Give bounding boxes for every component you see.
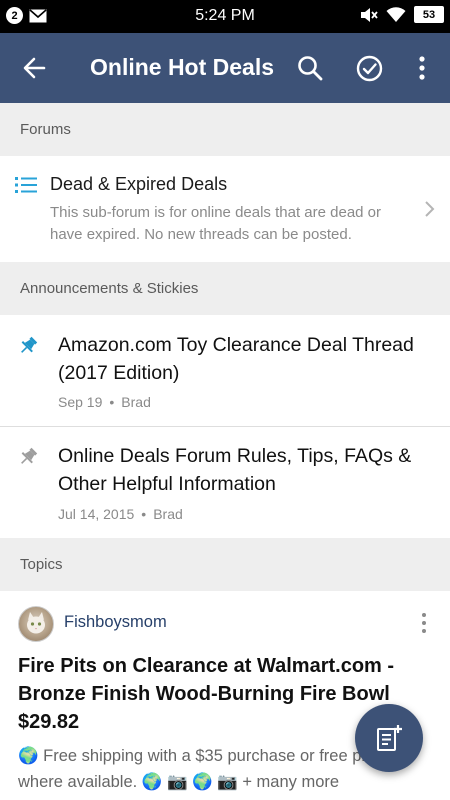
forum-title: Dead & Expired Deals	[50, 174, 228, 194]
sticky-author-2: Brad	[153, 506, 183, 522]
chevron-right-icon	[425, 201, 435, 217]
pin-icon	[21, 336, 38, 353]
more-vert-icon[interactable]	[414, 55, 430, 81]
sticky-meta-1: Sep 19 • Brad	[58, 394, 151, 410]
app-bar: Online Hot Deals	[0, 33, 450, 103]
mute-icon	[361, 7, 378, 22]
new-thread-button[interactable]	[355, 704, 423, 772]
section-header-topics: Topics	[0, 538, 450, 591]
sticky-meta-2: Jul 14, 2015 • Brad	[58, 506, 183, 522]
section-header-announcements: Announcements & Stickies	[0, 262, 450, 315]
section-header-forums: Forums	[0, 103, 450, 156]
topic-author[interactable]: Fishboysmom	[64, 613, 167, 632]
sticky-date-2: Jul 14, 2015	[58, 506, 135, 522]
back-arrow-icon[interactable]	[22, 56, 46, 80]
battery-icon: 53	[414, 6, 444, 23]
list-icon	[15, 177, 37, 193]
cat-avatar-icon	[27, 612, 45, 634]
more-vert-icon[interactable]	[420, 612, 428, 634]
sticky-author-1: Brad	[121, 394, 151, 410]
check-circle-icon[interactable]	[356, 55, 383, 82]
forum-description: This sub-forum is for online deals that …	[50, 204, 382, 243]
page-title: Online Hot Deals	[90, 54, 275, 80]
search-icon[interactable]	[297, 55, 323, 81]
status-bar: 2 5:24 PM 53	[0, 0, 450, 33]
sticky-date-1: Sep 19	[58, 394, 103, 410]
pin-icon	[21, 447, 38, 464]
avatar[interactable]	[18, 606, 54, 642]
sticky-title-1: Amazon.com Toy Clearance Deal Thread (20…	[58, 334, 414, 384]
sticky-title-2: Online Deals Forum Rules, Tips, FAQs & O…	[58, 445, 412, 495]
wifi-icon	[386, 6, 406, 22]
new-thread-icon	[377, 725, 402, 751]
